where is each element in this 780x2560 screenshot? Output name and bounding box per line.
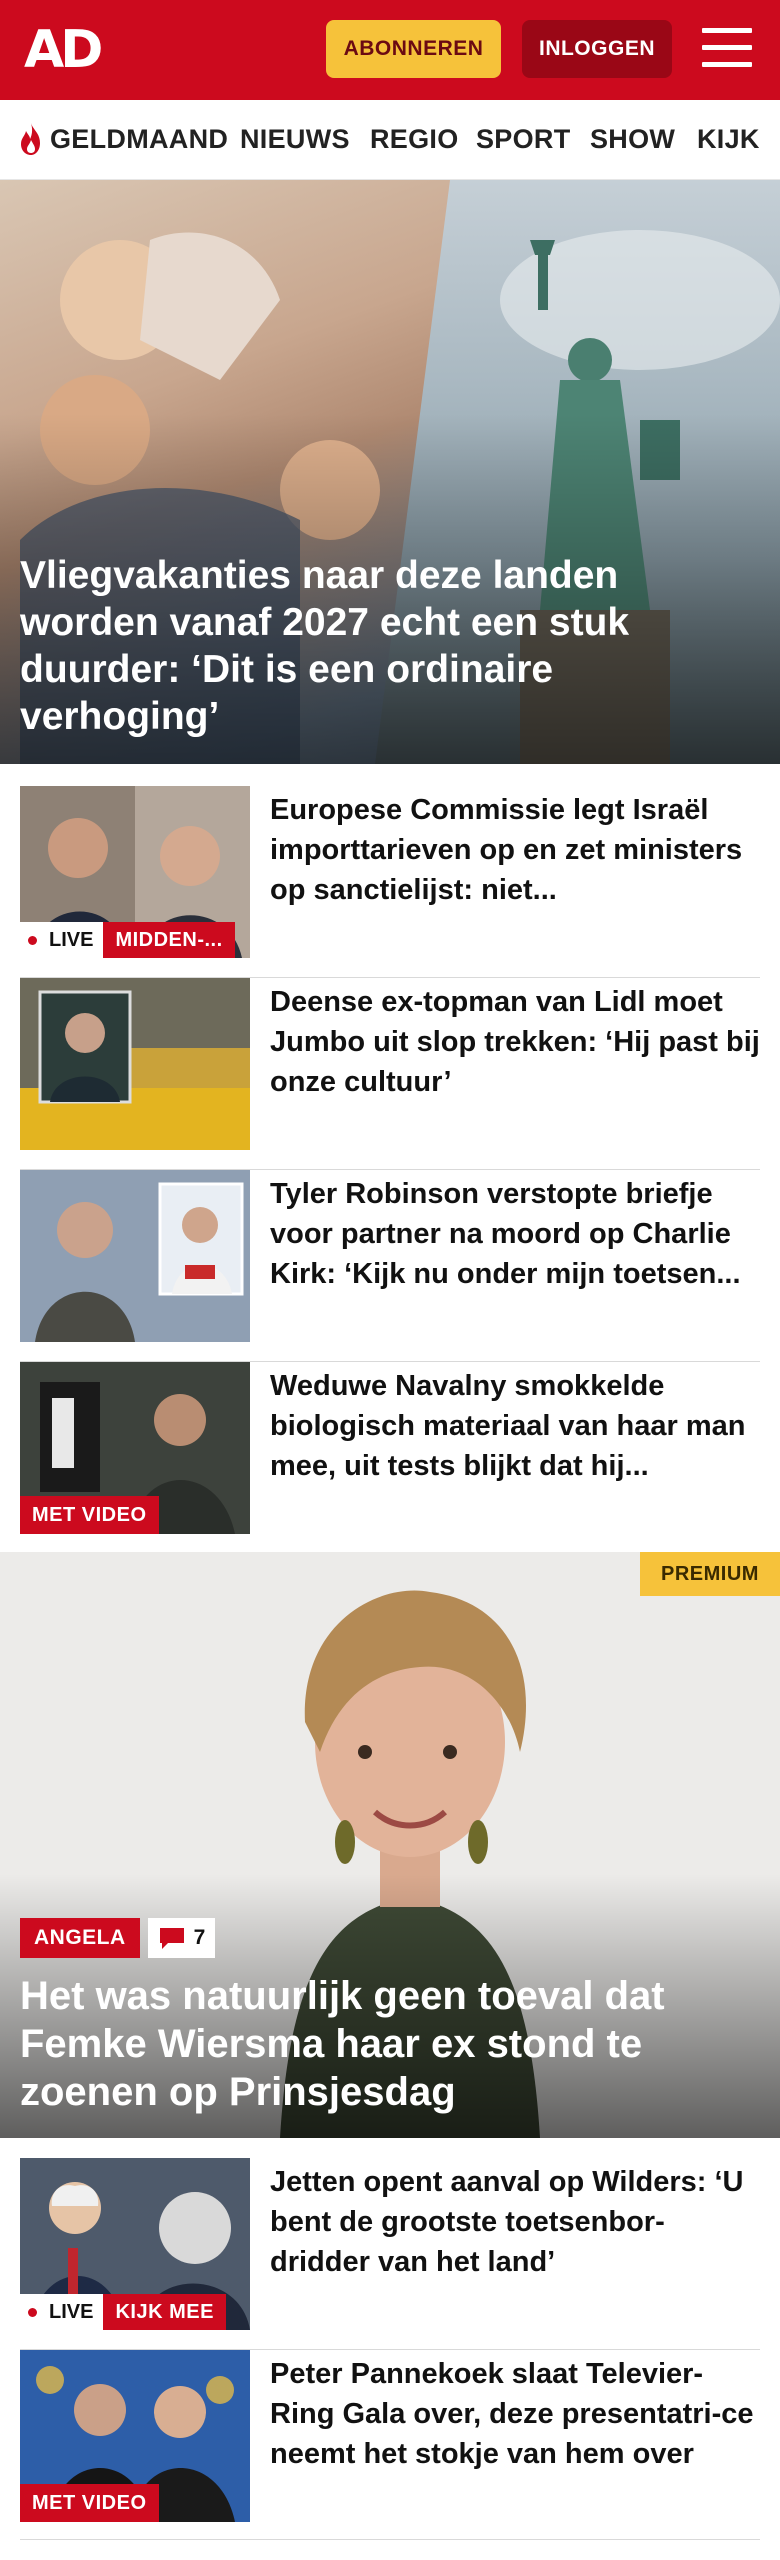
nav-item-regio[interactable]: REGIO	[370, 124, 459, 155]
article-thumbnail: LIVE MIDDEN-...	[20, 786, 250, 958]
login-button[interactable]: INLOGGEN	[522, 20, 672, 78]
section-nav: GELDMAAND NIEUWS REGIO SPORT SHOW KIJK	[0, 100, 780, 180]
article-thumbnail: MET VIDEO	[20, 2350, 250, 2522]
list-item[interactable]: LIVE KIJK MEE Jetten opent aanval op Wil…	[20, 2158, 760, 2350]
article-headline[interactable]: Peter Pannekoek slaat Televier-Ring Gala…	[270, 2354, 760, 2474]
list-item[interactable]: MET VIDEO Peter Pannekoek slaat Televier…	[20, 2350, 760, 2540]
comment-count[interactable]: 7	[147, 1918, 216, 1958]
article-headline[interactable]: Tyler Robinson verstopte briefje voor pa…	[270, 1174, 760, 1294]
premium-headline[interactable]: Het was natuurlijk geen toeval dat Femke…	[20, 1972, 740, 2116]
flame-icon	[21, 123, 40, 155]
kijk-mee-tag[interactable]: KIJK MEE	[103, 2294, 226, 2330]
video-tag: MET VIDEO	[20, 2484, 159, 2522]
list-item[interactable]: MET VIDEO Weduwe Navalny smokkelde biolo…	[20, 1362, 760, 1554]
premium-tags: ANGELA 7	[20, 1918, 216, 1958]
nav-item-sport[interactable]: SPORT	[476, 124, 571, 155]
hamburger-menu-icon[interactable]	[702, 28, 752, 70]
nav-item-nieuws[interactable]: NIEUWS	[240, 124, 350, 155]
article-headline[interactable]: Jetten opent aanval op Wilders: ‘U bent …	[270, 2162, 760, 2282]
article-thumbnail: MET VIDEO	[20, 1362, 250, 1534]
premium-badge: PREMIUM	[640, 1552, 780, 1596]
nav-item-geldmaand[interactable]: GELDMAAND	[50, 124, 228, 155]
hero-article[interactable]: Vliegvakanties naar deze landen worden v…	[0, 180, 780, 764]
article-headline[interactable]: Deense ex-topman van Lidl moet Jumbo uit…	[270, 982, 760, 1102]
premium-article[interactable]: PREMIUM ANGELA 7 Het was natuurlijk geen…	[0, 1552, 780, 2138]
hero-headline[interactable]: Vliegvakanties naar deze landen worden v…	[20, 552, 740, 740]
article-headline[interactable]: Weduwe Navalny smokkelde biologisch mate…	[270, 1366, 760, 1486]
live-dot-icon	[28, 2307, 37, 2317]
nav-item-kijk[interactable]: KIJK	[697, 124, 760, 155]
live-dot-icon	[28, 935, 37, 945]
list-item[interactable]: Tyler Robinson verstopte briefje voor pa…	[20, 1170, 760, 1362]
top-bar: AD ABONNEREN INLOGGEN	[0, 0, 780, 100]
article-thumbnail	[20, 978, 250, 1150]
live-tag: LIVE MIDDEN-...	[20, 922, 235, 958]
list-item[interactable]: Deense ex-topman van Lidl moet Jumbo uit…	[20, 978, 760, 1170]
list-item[interactable]: LIVE MIDDEN-... Europese Commissie legt …	[20, 786, 760, 978]
article-thumbnail	[20, 1170, 250, 1342]
video-tag: MET VIDEO	[20, 1496, 159, 1534]
nav-item-show[interactable]: SHOW	[590, 124, 675, 155]
comment-bubble-icon	[159, 1928, 184, 1949]
live-tag: LIVE KIJK MEE	[20, 2294, 226, 2330]
subscribe-button[interactable]: ABONNEREN	[326, 20, 501, 78]
category-tag: ANGELA	[20, 1918, 140, 1958]
category-tag: MIDDEN-...	[103, 922, 235, 958]
article-thumbnail: LIVE KIJK MEE	[20, 2158, 250, 2330]
ad-logo[interactable]: AD	[24, 22, 103, 78]
article-headline[interactable]: Europese Commissie legt Israël importtar…	[270, 790, 760, 910]
